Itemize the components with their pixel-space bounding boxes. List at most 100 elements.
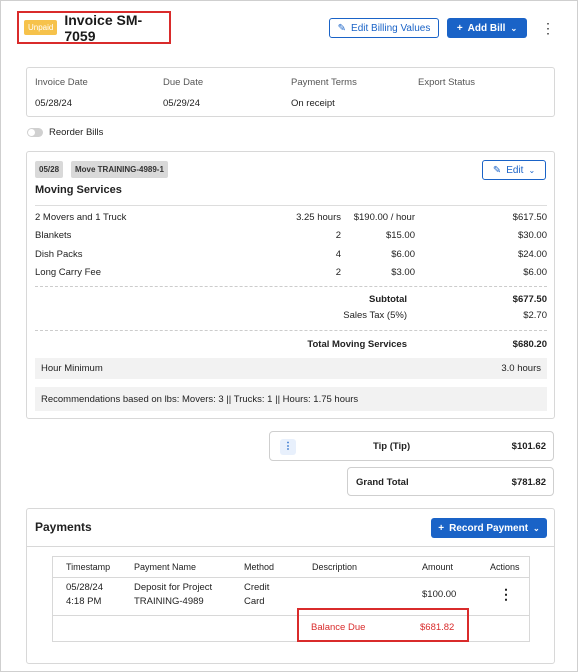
status-badge: Unpaid: [24, 20, 58, 35]
total-label: Total Moving Services: [307, 339, 407, 350]
payment-terms-field: Payment Terms On receipt: [291, 77, 357, 109]
line-item-amount: $30.00: [517, 230, 547, 241]
chevron-down-icon: ⌄: [510, 23, 518, 33]
edit-billing-values-button[interactable]: ✎ Edit Billing Values: [329, 18, 439, 38]
line-item-name: 2 Movers and 1 Truck: [35, 212, 127, 223]
tip-amount: $101.62: [511, 441, 546, 452]
total-row: Total Moving Services $680.20: [35, 339, 547, 351]
payment-name: Deposit for Project: [134, 582, 213, 593]
invoice-date-field: Invoice Date 05/28/24: [35, 77, 88, 109]
payment-date: 05/28/24: [66, 582, 103, 593]
grand-total-amount: $781.82: [511, 477, 546, 488]
edit-bill-label: Edit: [506, 164, 524, 176]
line-item-name: Blankets: [35, 230, 72, 241]
invoice-date-value: 05/28/24: [35, 98, 72, 109]
line-item-name: Long Carry Fee: [35, 267, 102, 278]
line-item-rate: $3.00: [391, 267, 415, 278]
chevron-down-icon: ⌄: [533, 523, 540, 533]
payment-terms-value: On receipt: [291, 98, 335, 109]
column-header: Timestamp: [66, 562, 111, 572]
export-status-field: Export Status: [418, 77, 475, 98]
bill-card: 05/28 Move TRAINING-4989-1 ✎ Edit ⌄ Movi…: [26, 151, 555, 419]
total-value: $680.20: [512, 339, 547, 350]
payments-header: Payments + Record Payment ⌄: [27, 509, 554, 547]
pencil-icon: ✎: [492, 164, 502, 176]
more-options-icon[interactable]: ⋮: [541, 21, 555, 35]
payment-terms-label: Payment Terms: [291, 77, 357, 88]
due-date-label: Due Date: [163, 77, 204, 88]
line-item-amount: $617.50: [512, 212, 547, 223]
record-payment-button[interactable]: + Record Payment ⌄: [431, 518, 547, 538]
plus-icon: +: [438, 522, 445, 534]
payment-method: Card: [244, 596, 265, 607]
reorder-bills-toggle[interactable]: [27, 128, 43, 137]
hour-minimum-label: Hour Minimum: [41, 363, 103, 374]
invoice-info: Invoice Date 05/28/24 Due Date 05/29/24 …: [26, 67, 555, 117]
payment-method: Credit: [244, 582, 270, 593]
line-item: Long Carry Fee 2 $3.00 $6.00: [35, 267, 547, 279]
line-item-rate: $190.00 / hour: [353, 212, 415, 223]
subtotal-value: $677.50: [512, 294, 547, 305]
column-header: Method: [244, 562, 275, 572]
reorder-bills-label: Reorder Bills: [49, 127, 104, 138]
balance-due: Balance Due $681.82: [297, 608, 469, 642]
reorder-bills-row: Reorder Bills: [27, 127, 103, 138]
divider: [35, 205, 547, 206]
export-status-label: Export Status: [418, 77, 476, 88]
recommendation-row: Recommendations based on lbs: Movers: 3 …: [35, 387, 547, 411]
due-date-value: 05/29/24: [163, 98, 200, 109]
edit-billing-values-label: Edit Billing Values: [351, 22, 431, 34]
payment-time: 4:18 PM: [66, 596, 102, 607]
grand-total-row: Grand Total $781.82: [347, 467, 554, 496]
due-date-field: Due Date 05/29/24: [163, 77, 203, 109]
tip-label: Tip (Tip): [373, 441, 411, 452]
balance-due-amount: $681.82: [420, 622, 455, 633]
divider: [35, 330, 547, 331]
line-item: Blankets 2 $15.00 $30.00: [35, 230, 547, 242]
subtotal-label: Subtotal: [369, 294, 407, 305]
tax-label: Sales Tax (5%): [343, 310, 407, 321]
line-item: Dish Packs 4 $6.00 $24.00: [35, 249, 547, 261]
hour-minimum-value: 3.0 hours: [501, 363, 541, 374]
payment-name: TRAINING-4989: [134, 596, 204, 607]
bill-move-tag: Move TRAINING-4989-1: [71, 161, 168, 178]
column-header: Amount: [422, 562, 454, 572]
line-item-amount: $6.00: [523, 267, 547, 278]
line-item-rate: $15.00: [385, 230, 415, 241]
column-header: Actions: [490, 562, 520, 572]
line-item-qty: 4: [335, 249, 341, 260]
balance-due-label: Balance Due: [311, 622, 366, 633]
column-header: Payment Name: [134, 562, 197, 572]
tax-value: $2.70: [523, 310, 547, 321]
hour-minimum-row: Hour Minimum 3.0 hours: [35, 358, 547, 379]
tip-row: ⋮ Tip (Tip) $101.62: [269, 431, 554, 461]
line-item-qty: 2: [335, 267, 341, 278]
more-options-icon[interactable]: ⋮: [280, 439, 296, 455]
page-title: Invoice SM-7059: [64, 11, 143, 44]
bill-date-tag: 05/28: [35, 161, 64, 178]
payments-section: Payments + Record Payment ⌄ Timestamp Pa…: [26, 508, 555, 664]
line-item-qty: 2: [335, 230, 341, 241]
add-bill-button[interactable]: + Add Bill ⌄: [447, 18, 527, 38]
chevron-down-icon: ⌄: [528, 165, 536, 175]
line-item-rate: $6.00: [391, 249, 415, 260]
line-item-qty: 3.25 hours: [296, 212, 341, 223]
recommendation-text: Recommendations based on lbs: Movers: 3 …: [41, 393, 359, 405]
section-title: Moving Services: [35, 184, 122, 196]
more-options-icon[interactable]: ⋮: [499, 586, 513, 603]
pencil-icon: ✎: [337, 22, 347, 34]
column-header: Description: [312, 562, 358, 572]
line-item-amount: $24.00: [517, 249, 547, 260]
invoice-header: Unpaid Invoice SM-7059: [17, 11, 171, 44]
invoice-page: Unpaid Invoice SM-7059 ✎ Edit Billing Va…: [0, 0, 578, 672]
line-item-name: Dish Packs: [35, 249, 83, 260]
grand-total-label: Grand Total: [356, 477, 409, 488]
payments-title: Payments: [35, 520, 92, 534]
divider: [35, 286, 547, 287]
line-item: 2 Movers and 1 Truck 3.25 hours $190.00 …: [35, 212, 547, 224]
table-header: Timestamp Payment Name Method Descriptio…: [53, 557, 529, 578]
payment-amount: $100.00: [422, 589, 457, 600]
record-payment-label: Record Payment: [449, 522, 529, 534]
edit-bill-button[interactable]: ✎ Edit ⌄: [482, 160, 546, 180]
tax-row: Sales Tax (5%) $2.70: [35, 310, 547, 322]
